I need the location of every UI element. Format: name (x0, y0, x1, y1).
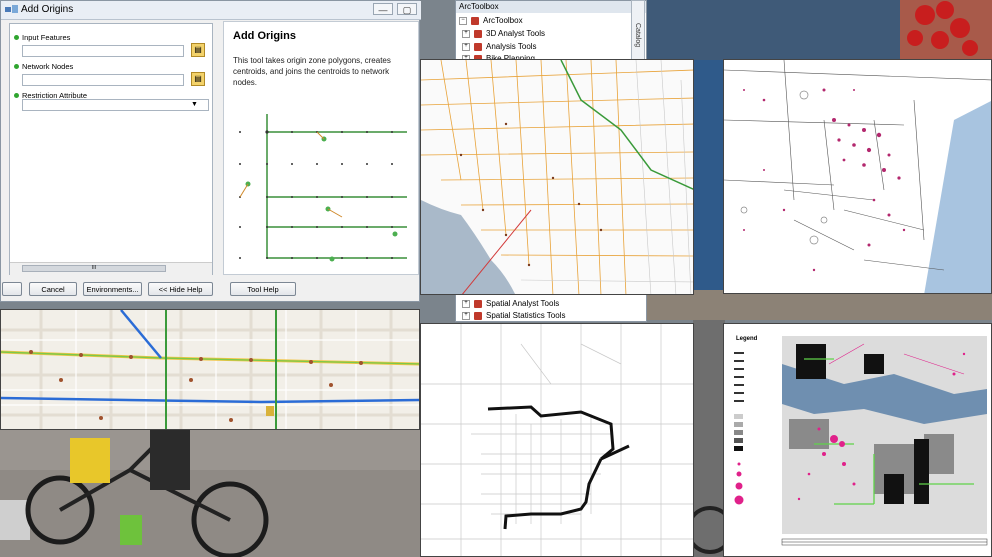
toolbox-icon (471, 16, 479, 25)
toolbox-root[interactable]: − ArcToolbox (459, 15, 523, 26)
browse-folder-icon[interactable]: ▤ (191, 43, 205, 57)
ok-button[interactable] (2, 282, 22, 296)
network-nodes-label: Network Nodes (22, 62, 74, 71)
thematic-legend-map: Legend (723, 323, 992, 557)
street-network-map (420, 59, 694, 295)
input-features-label: Input Features (22, 33, 71, 42)
restriction-attribute-select[interactable] (22, 99, 209, 111)
catalog-tab[interactable]: Catalog (631, 0, 645, 60)
cancel-button[interactable]: Cancel (29, 282, 77, 296)
environments-button[interactable]: Environments... (83, 282, 142, 296)
horizontal-scrollbar[interactable]: III (10, 262, 212, 275)
help-diagram (239, 114, 407, 262)
required-dot-icon (14, 35, 19, 40)
thematic-map-graphic (724, 324, 991, 556)
minimize-button[interactable]: — (373, 3, 393, 15)
network-nodes-field[interactable] (22, 74, 184, 86)
toolbox-icon (474, 299, 482, 308)
dialog-title-bar[interactable]: Add Origins — ▢ (1, 1, 421, 20)
required-dot-icon (14, 93, 19, 98)
input-features-field[interactable] (22, 45, 184, 57)
route-trace-map (420, 323, 694, 557)
street-route-map (0, 309, 420, 430)
help-title: Add Origins (233, 30, 296, 42)
tool-help-button[interactable]: Tool Help (230, 282, 296, 296)
hide-help-button[interactable]: << Hide Help (148, 282, 213, 296)
chevron-down-icon: ▼ (191, 101, 198, 108)
help-panel: Add Origins This tool takes origin zone … (223, 21, 419, 275)
dialog-title: Add Origins (21, 4, 74, 15)
route-trace-graphic (421, 324, 693, 556)
street-route-graphic (1, 310, 419, 429)
help-text: This tool takes origin zone polygons, cr… (233, 56, 391, 87)
toolbox-item[interactable]: + Analysis Tools (462, 41, 537, 52)
toolbox-header: ArcToolbox (456, 1, 646, 13)
maximize-button[interactable]: ▢ (397, 3, 417, 15)
toolbox-item[interactable]: + Spatial Statistics Tools (462, 310, 565, 321)
toolbox-icon (474, 311, 482, 320)
tool-icon (5, 5, 18, 13)
toolbox-item[interactable]: + Spatial Analyst Tools (462, 298, 559, 309)
toolbox-icon (474, 42, 482, 51)
parameters-panel: Input Features ▤ Network Nodes ▤ Restric… (9, 23, 213, 275)
toolbox-item[interactable]: +3D Analyst Tools (462, 28, 545, 39)
toolbox-icon (474, 29, 482, 38)
street-network-graphic (421, 60, 693, 294)
required-dot-icon (14, 64, 19, 69)
browse-folder-icon[interactable]: ▤ (191, 72, 205, 86)
legend-title: Legend (736, 336, 758, 342)
scroll-thumb[interactable]: III (22, 265, 166, 272)
point-density-map (723, 59, 992, 294)
add-origins-dialog: Add Origins — ▢ Input Features ▤ Network… (0, 0, 421, 302)
point-density-graphic (724, 60, 991, 293)
